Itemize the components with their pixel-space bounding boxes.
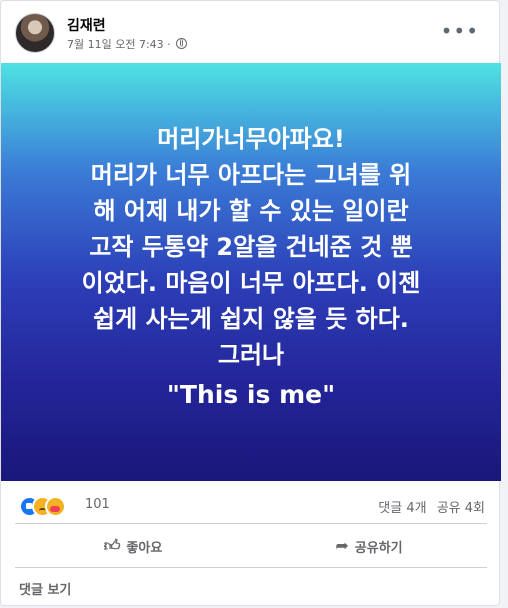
- post-card: 김재련 7월 11일 오전 7:43 · ••• 머리가너무아파요! 머리가 너…: [0, 0, 501, 606]
- post-image[interactable]: 머리가너무아파요! 머리가 너무 아프다는 그녀를 위 해 어제 내가 할 수 …: [1, 63, 501, 481]
- like-label: 좋아요: [126, 540, 163, 556]
- action-bar: 👍︎ 좋아요 ➦ 공유하기: [15, 529, 487, 563]
- more-horizontal-icon: •••: [440, 19, 479, 43]
- post-text-line: 이었다. 마음이 너무 아프다. 이젠: [81, 269, 421, 297]
- post-text: 머리가너무아파요! 머리가 너무 아프다는 그녀를 위 해 어제 내가 할 수 …: [17, 121, 485, 413]
- share-arrow-icon: ➦: [335, 536, 349, 555]
- post-text-highlight: "This is me": [166, 380, 336, 409]
- post-text-line: 고작 두통약 2알을 건네준 것 뿐: [89, 233, 413, 261]
- post-header: 김재련 7월 11일 오전 7:43 · •••: [15, 13, 487, 57]
- share-label: 공유하기: [354, 540, 403, 556]
- post-text-line: 머리가너무아파요!: [157, 125, 345, 153]
- separator-dot: ·: [167, 38, 171, 51]
- avatar[interactable]: [15, 13, 55, 53]
- thumbs-up-icon: 👍︎: [103, 536, 121, 555]
- post-text-line: 머리가 너무 아프다는 그녀를 위: [90, 161, 412, 189]
- timestamp[interactable]: 7월 11일 오전 7:43: [67, 38, 164, 51]
- care-reaction-icon: [45, 496, 66, 517]
- share-count[interactable]: 공유 4회: [437, 501, 485, 516]
- divider: [15, 523, 487, 524]
- view-comments-link[interactable]: 댓글 보기: [19, 579, 71, 598]
- like-button[interactable]: 👍︎ 좋아요: [15, 529, 251, 563]
- post-text-line: 해 어제 내가 할 수 있는 일이란: [93, 197, 409, 225]
- reaction-count[interactable]: 101: [85, 497, 110, 512]
- comment-count[interactable]: 댓글 4개: [378, 501, 426, 516]
- divider: [15, 567, 487, 568]
- engagement-counts: 댓글 4개 공유 4회: [372, 497, 485, 516]
- post-text-line: 쉽게 사는게 쉽지 않을 듯 하다.: [93, 305, 409, 333]
- post-meta: 7월 11일 오전 7:43 ·: [67, 36, 188, 52]
- post-text-line: 그러나: [217, 341, 285, 369]
- author-name[interactable]: 김재련: [67, 15, 106, 35]
- more-options-button[interactable]: •••: [441, 21, 479, 41]
- globe-icon: [176, 38, 188, 49]
- reactions-bar: 101 댓글 4개 공유 4회: [19, 495, 485, 517]
- share-button[interactable]: ➦ 공유하기: [251, 529, 487, 563]
